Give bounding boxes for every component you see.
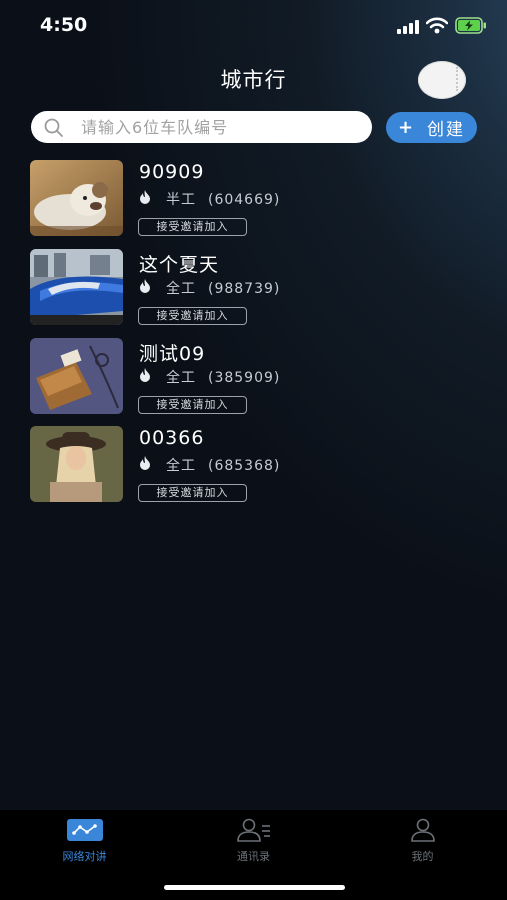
tab-profile[interactable]: 我的 <box>338 810 507 870</box>
create-button-label: 创建 <box>427 120 466 140</box>
search-icon <box>44 118 63 137</box>
profile-icon <box>410 818 435 842</box>
team-list-item[interactable]: 00366 全工 (685368) 接受邀请加入 <box>30 426 470 506</box>
status-time: 4:50 <box>40 14 88 36</box>
cellular-signal-icon <box>397 20 419 34</box>
team-list-item[interactable]: 90909 半工 (604669) 接受邀请加入 <box>30 160 470 240</box>
team-meta: 全工 (988739) <box>166 278 280 298</box>
team-code: (685368) <box>208 458 281 474</box>
avatar[interactable] <box>418 61 466 99</box>
team-type: 全工 <box>166 370 196 386</box>
contacts-icon <box>236 818 270 842</box>
team-name: 这个夏天 <box>139 254 220 276</box>
accept-invite-button[interactable]: 接受邀请加入 <box>138 307 247 325</box>
woman-hat-photo <box>30 426 123 502</box>
team-meta: 半工 (604669) <box>166 189 280 209</box>
plus-icon: + <box>397 117 414 138</box>
leather-bag-photo <box>30 338 123 414</box>
create-button[interactable]: + 创建 <box>386 112 477 143</box>
tab-label: 网络对讲 <box>62 850 107 863</box>
search-box[interactable] <box>31 111 372 143</box>
status-bar: 4:50 <box>0 0 507 52</box>
accept-invite-button[interactable]: 接受邀请加入 <box>138 396 247 414</box>
tab-contacts[interactable]: 通讯录 <box>169 810 338 870</box>
battery-charging-icon <box>455 17 486 34</box>
accept-invite-button[interactable]: 接受邀请加入 <box>138 218 247 236</box>
flame-icon <box>140 279 150 293</box>
accept-invite-button[interactable]: 接受邀请加入 <box>138 484 247 502</box>
wifi-icon <box>426 17 448 34</box>
team-type: 全工 <box>166 281 196 297</box>
flame-icon <box>140 368 150 382</box>
team-code: (604669) <box>208 192 281 208</box>
team-name: 90909 <box>139 161 205 183</box>
network-intercom-icon <box>66 819 103 841</box>
team-code: (988739) <box>208 281 281 297</box>
teddy-bear-photo <box>30 160 123 236</box>
team-type: 全工 <box>166 458 196 474</box>
blue-car-photo <box>30 249 123 325</box>
team-type: 半工 <box>166 192 196 208</box>
team-meta: 全工 (685368) <box>166 455 280 475</box>
flame-icon <box>140 190 150 204</box>
team-meta: 全工 (385909) <box>166 367 280 387</box>
team-list-item[interactable]: 这个夏天 全工 (988739) 接受邀请加入 <box>30 249 470 329</box>
home-indicator <box>164 885 345 890</box>
team-name: 00366 <box>139 427 205 449</box>
team-name: 测试09 <box>139 343 206 365</box>
app-screen: 4:50 城市行 + 创建 <box>0 0 507 900</box>
tab-label: 通讯录 <box>237 850 270 863</box>
tab-network-intercom[interactable]: 网络对讲 <box>0 810 169 870</box>
flame-icon <box>140 456 150 470</box>
search-input[interactable] <box>81 111 361 143</box>
tab-label: 我的 <box>411 850 434 863</box>
team-list-item[interactable]: 测试09 全工 (385909) 接受邀请加入 <box>30 338 470 418</box>
team-code: (385909) <box>208 370 281 386</box>
